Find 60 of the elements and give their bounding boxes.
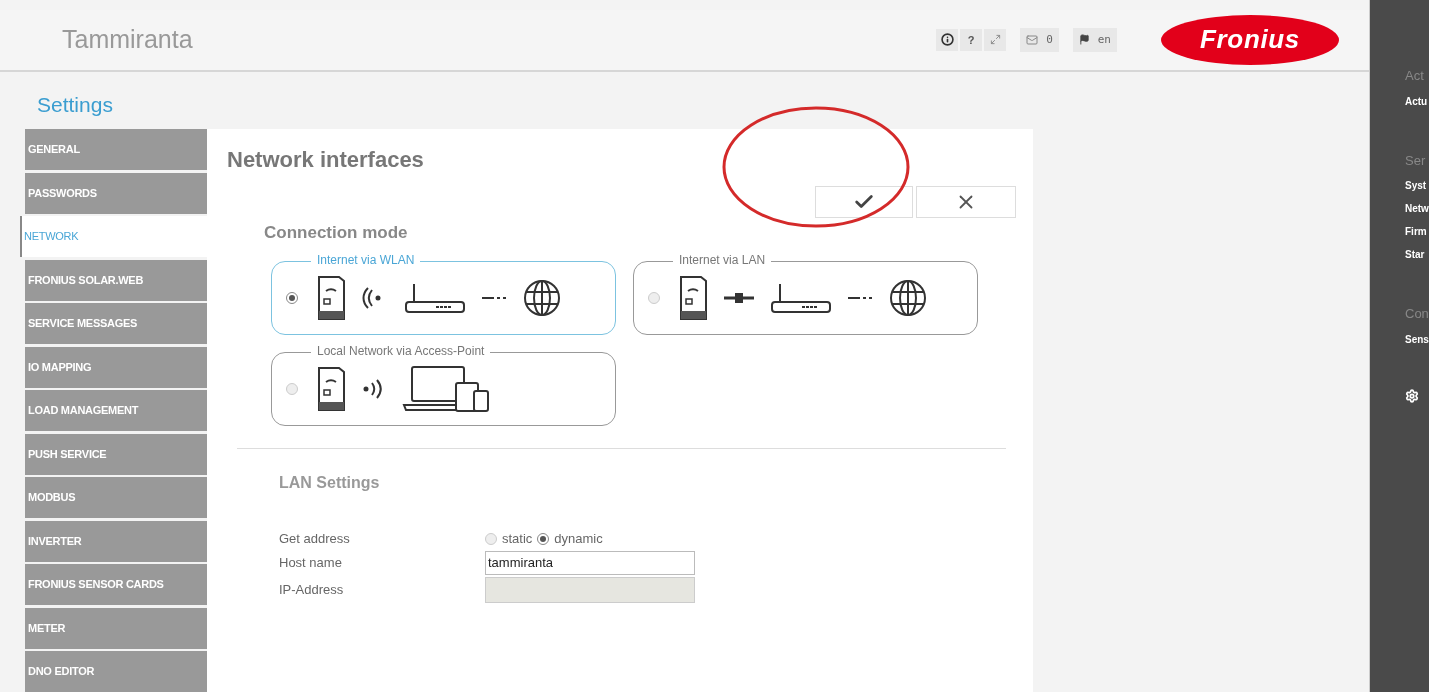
mail-icon (1026, 33, 1039, 46)
sidebar-item[interactable]: MODBUS (25, 477, 207, 518)
field-label: Get address (279, 529, 351, 548)
toolbar-button[interactable]: ? (960, 28, 983, 51)
field-label: Host name (279, 553, 343, 572)
radio-button[interactable] (286, 291, 298, 304)
sidebar-item[interactable]: INVERTER (25, 520, 207, 562)
radio-label: dynamic (554, 529, 603, 548)
radio-label: static (502, 529, 533, 548)
radio-button[interactable] (537, 532, 550, 545)
laptop-and-tablet-icon (402, 364, 492, 413)
toolbar-button[interactable] (936, 28, 959, 51)
site-title: Tammiranta (62, 24, 193, 55)
page-title: Settings (37, 91, 114, 118)
radio-button[interactable] (286, 382, 298, 395)
panel-link[interactable]: Netw (1405, 201, 1429, 216)
router-icon (770, 281, 832, 314)
host-name-field[interactable]: tammiranta (485, 550, 695, 575)
sidebar-item[interactable]: METER (25, 607, 207, 649)
sidebar-item[interactable]: PASSWORDS (25, 172, 207, 214)
section-title: LAN Settings (279, 472, 381, 493)
inverter-icon (316, 274, 346, 321)
plug-icon (724, 290, 754, 305)
panel-title: Network interfaces (227, 146, 425, 174)
panel-heading: Act (1405, 67, 1425, 85)
panel-link[interactable]: Star (1405, 247, 1429, 262)
panel-link[interactable]: Firm (1405, 224, 1429, 239)
router-icon (404, 281, 466, 314)
info-icon (940, 33, 954, 47)
fronius-logo: Fronius (1161, 14, 1339, 65)
toolbar-button[interactable]: en (1072, 27, 1117, 52)
settings-icon[interactable] (1405, 388, 1419, 403)
sidebar-item[interactable]: IO MAPPING (25, 346, 207, 388)
toolbar-button[interactable]: 0 (1020, 27, 1059, 52)
sidebar-item[interactable]: NETWORK (20, 216, 207, 257)
globe-icon (888, 277, 928, 318)
expand-icon (989, 34, 1001, 46)
section-title: Connection mode (264, 222, 409, 244)
radio-button[interactable] (648, 291, 660, 304)
save-button[interactable] (815, 186, 913, 218)
inverter-icon (678, 274, 708, 321)
panel-heading: Con (1405, 305, 1429, 323)
field-label: IP-Address (279, 580, 345, 599)
sidebar-item[interactable]: FRONIUS SOLAR.WEB (25, 259, 207, 301)
radio-button[interactable] (485, 532, 497, 545)
sidebar-item[interactable]: GENERAL (25, 129, 207, 170)
panel-link[interactable]: Actu (1405, 93, 1429, 109)
dashed-line-icon (848, 295, 872, 300)
flag-icon (1078, 34, 1090, 46)
sidebar-item[interactable]: PUSH SERVICE (25, 433, 207, 475)
panel-heading: Ser (1405, 151, 1427, 170)
sidebar-item[interactable]: FRONIUS SENSOR CARDS (25, 564, 207, 605)
panel-link[interactable]: Sens (1405, 331, 1429, 347)
sidebar-item[interactable]: LOAD MANAGEMENT (25, 390, 207, 431)
inverter-icon (316, 365, 346, 412)
panel-link[interactable]: Syst (1405, 178, 1429, 193)
dashed-line-icon (482, 295, 506, 300)
sidebar-item[interactable]: SERVICE MESSAGES (25, 303, 207, 344)
sidebar-item[interactable]: DNO EDITOR (25, 651, 207, 692)
globe-icon (522, 277, 562, 318)
